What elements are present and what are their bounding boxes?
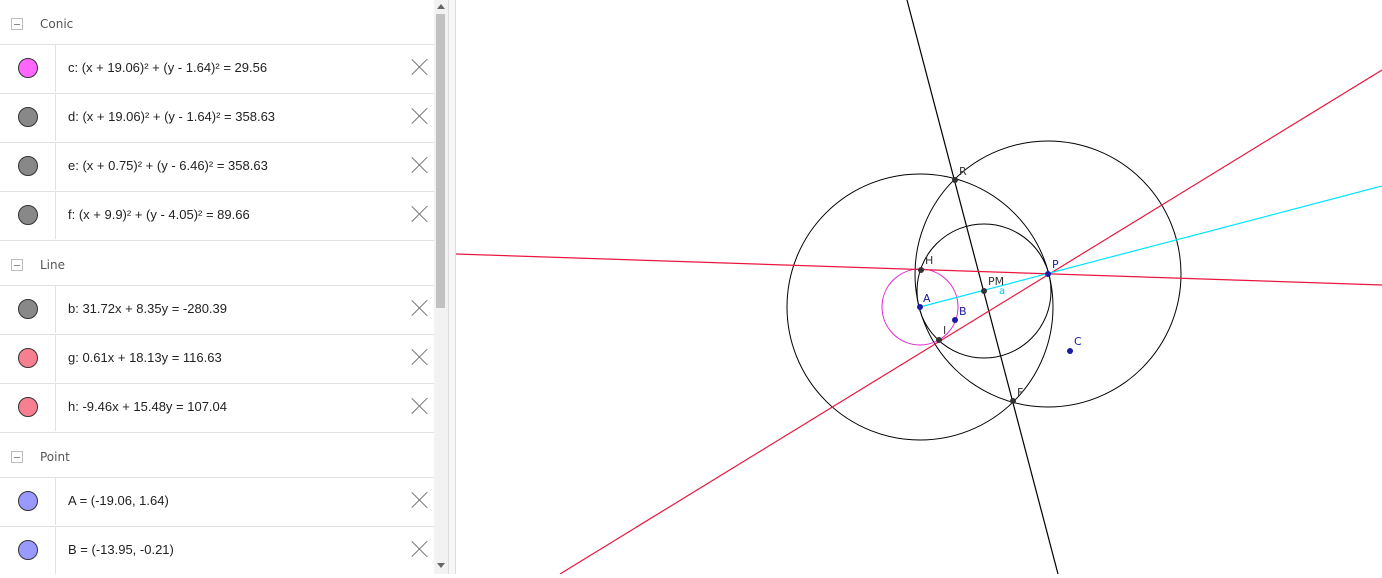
delete-icon[interactable]: [411, 156, 429, 174]
algebra-view: Conic c: (x + 19.06)² + (y - 1.64)² = 29…: [0, 0, 436, 574]
marble-icon[interactable]: [18, 156, 38, 176]
marble-icon[interactable]: [18, 107, 38, 127]
view-divider[interactable]: [448, 0, 456, 574]
marble-icon[interactable]: [18, 299, 38, 319]
point-P[interactable]: [1045, 271, 1051, 277]
row-expression[interactable]: h: -9.46x + 15.48y = 107.04: [68, 399, 227, 414]
line-b[interactable]: [906, 0, 1059, 575]
collapse-icon[interactable]: [11, 259, 23, 271]
group-label-conic: Conic: [40, 17, 74, 31]
visibility-toggle[interactable]: [0, 94, 56, 141]
row-expression[interactable]: c: (x + 19.06)² + (y - 1.64)² = 29.56: [68, 60, 267, 75]
algebra-row-B[interactable]: B = (-13.95, -0.21): [0, 526, 434, 574]
label-F: F: [1017, 386, 1023, 399]
point-F[interactable]: [1010, 398, 1016, 404]
group-label-line: Line: [40, 258, 66, 272]
visibility-toggle[interactable]: [0, 143, 56, 190]
algebra-row-A[interactable]: A = (-19.06, 1.64): [0, 477, 434, 525]
scroll-down-icon[interactable]: [437, 563, 445, 568]
delete-icon[interactable]: [411, 299, 429, 317]
visibility-toggle[interactable]: [0, 335, 56, 382]
marble-icon[interactable]: [18, 205, 38, 225]
point-PM[interactable]: [981, 288, 987, 294]
delete-icon[interactable]: [411, 205, 429, 223]
point-C[interactable]: [1067, 348, 1073, 354]
visibility-toggle[interactable]: [0, 384, 56, 431]
algebra-row-b[interactable]: b: 31.72x + 8.35y = -280.39: [0, 285, 434, 333]
marble-icon[interactable]: [18, 397, 38, 417]
label-C: C: [1074, 335, 1082, 348]
graphics-view[interactable]: R H A B I PM a P C F: [455, 0, 1382, 575]
row-expression[interactable]: A = (-19.06, 1.64): [68, 493, 169, 508]
visibility-toggle[interactable]: [0, 45, 56, 92]
visibility-toggle[interactable]: [0, 286, 56, 333]
label-a: a: [999, 286, 1005, 297]
label-I: I: [943, 324, 946, 337]
row-expression[interactable]: e: (x + 0.75)² + (y - 6.46)² = 358.63: [68, 158, 268, 173]
label-H: H: [925, 254, 933, 267]
label-P: P: [1052, 258, 1059, 271]
delete-icon[interactable]: [411, 107, 429, 125]
group-label-point: Point: [40, 450, 70, 464]
group-header-point[interactable]: Point: [0, 450, 436, 464]
delete-icon[interactable]: [411, 540, 429, 558]
group-header-conic[interactable]: Conic: [0, 17, 436, 31]
delete-icon[interactable]: [411, 58, 429, 76]
point-B[interactable]: [952, 317, 958, 323]
collapse-icon[interactable]: [11, 18, 23, 30]
label-A: A: [923, 292, 931, 305]
marble-icon[interactable]: [18, 58, 38, 78]
label-B: B: [959, 305, 967, 318]
visibility-toggle[interactable]: [0, 478, 56, 525]
delete-icon[interactable]: [411, 491, 429, 509]
algebra-scrollbar[interactable]: [434, 0, 448, 574]
group-header-line[interactable]: Line: [0, 258, 436, 272]
algebra-row-g[interactable]: g: 0.61x + 18.13y = 116.63: [0, 334, 434, 382]
row-expression[interactable]: d: (x + 19.06)² + (y - 1.64)² = 358.63: [68, 109, 275, 124]
scrollbar-thumb[interactable]: [436, 14, 445, 308]
graphics-canvas[interactable]: R H A B I PM a P C F: [455, 0, 1382, 575]
marble-icon[interactable]: [18, 348, 38, 368]
point-R[interactable]: [952, 177, 958, 183]
algebra-row-f[interactable]: f: (x + 9.9)² + (y - 4.05)² = 89.66: [0, 191, 434, 241]
visibility-toggle[interactable]: [0, 192, 56, 239]
algebra-row-e[interactable]: e: (x + 0.75)² + (y - 6.46)² = 358.63: [0, 142, 434, 190]
line-h[interactable]: [559, 69, 1382, 575]
delete-icon[interactable]: [411, 348, 429, 366]
row-expression[interactable]: f: (x + 9.9)² + (y - 4.05)² = 89.66: [68, 207, 250, 222]
collapse-icon[interactable]: [11, 451, 23, 463]
point-I[interactable]: [936, 337, 942, 343]
point-H[interactable]: [918, 267, 924, 273]
segment-a[interactable]: [919, 185, 1382, 308]
label-R: R: [959, 165, 967, 178]
algebra-row-c[interactable]: c: (x + 19.06)² + (y - 1.64)² = 29.56: [0, 44, 434, 92]
scroll-up-icon[interactable]: [437, 4, 445, 9]
marble-icon[interactable]: [18, 540, 38, 560]
marble-icon[interactable]: [18, 491, 38, 511]
algebra-row-d[interactable]: d: (x + 19.06)² + (y - 1.64)² = 358.63: [0, 93, 434, 141]
row-expression[interactable]: g: 0.61x + 18.13y = 116.63: [68, 350, 222, 365]
row-expression[interactable]: b: 31.72x + 8.35y = -280.39: [68, 301, 227, 316]
delete-icon[interactable]: [411, 397, 429, 415]
algebra-row-h[interactable]: h: -9.46x + 15.48y = 107.04: [0, 383, 434, 433]
visibility-toggle[interactable]: [0, 527, 56, 574]
row-expression[interactable]: B = (-13.95, -0.21): [68, 542, 174, 557]
